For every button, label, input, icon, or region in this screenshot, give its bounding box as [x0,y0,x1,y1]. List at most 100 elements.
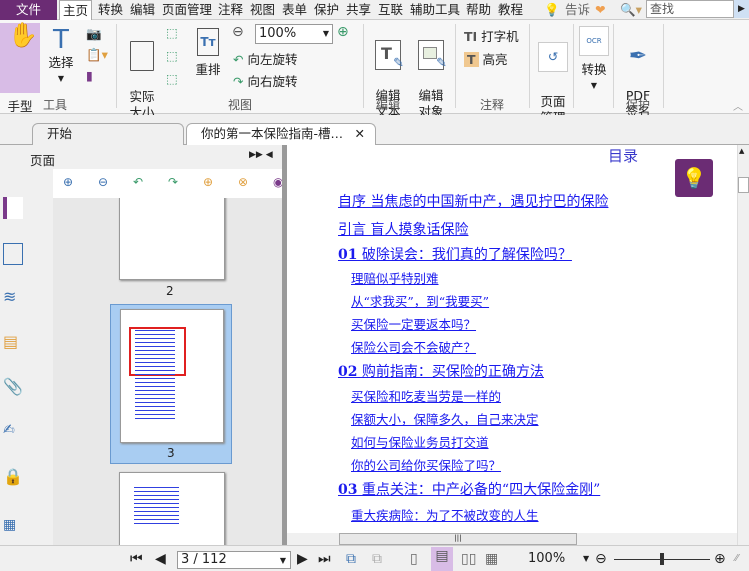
menu-file[interactable]: 文件 [0,0,57,20]
actual-size-button[interactable]: 实际 大小 [124,25,160,121]
page-thumbnail-2[interactable] [119,198,225,280]
panel-expand-icon[interactable]: ▶▶ ◀ [249,150,273,160]
menu-home[interactable]: 主页 [59,0,93,20]
fit-visible-icon[interactable]: ⬚ [166,71,178,86]
menu-comment[interactable]: 注释 [215,0,246,20]
heart-icon[interactable]: ❤ [592,0,608,20]
menu-share[interactable]: 共享 [343,0,374,20]
close-tab-icon[interactable]: ✕ [355,124,365,144]
zoom-select[interactable]: 100% ▼ [255,24,333,44]
toc-entry[interactable]: 保险公司会不会破产？ [351,337,476,356]
search-input[interactable]: 查找 [646,0,734,18]
previous-view-icon[interactable]: ⧉ [346,550,356,568]
toc-entry[interactable]: 如何与保险业务员打交道 [351,432,489,451]
lightbulb-icon[interactable]: 💡 [541,0,563,20]
ocr-icon: OCR [579,26,609,56]
zoom-in-icon[interactable]: ⊕ [337,24,349,40]
facing-page-icon[interactable]: ▯▯ [461,550,476,568]
tab-document[interactable]: 你的第一本保险指南-槽… ✕ [186,123,376,146]
toc-entry[interactable]: 自序 当焦虑的中国新中产，遇见拧巴的保险 [338,191,608,211]
comments-icon[interactable]: ▤ [3,332,23,354]
zoom-out-icon[interactable]: ⊖ [232,24,244,40]
tips-lightbulb-icon[interactable]: 💡 [675,159,713,197]
edit-text-button[interactable]: T ✎ 编辑 文本 [370,24,406,119]
collapse-ribbon-icon[interactable]: ︿ [733,98,743,113]
menu-accessibility[interactable]: 辅助工具 [407,0,463,20]
single-page-icon[interactable]: ▯ [410,550,418,568]
toc-entry[interactable]: 01 破除误会：我们真的了解保险吗？ [338,244,572,264]
menu-help[interactable]: 帮助 [463,0,494,20]
toc-entry[interactable]: 你的公司给你买保险了吗？ [351,455,501,474]
hand-tool-button[interactable]: ✋ 手型 工具 [0,23,40,130]
page-thumbnail-4[interactable] [119,472,225,545]
rotate-right-button[interactable]: ↷ 向右旋转 [233,71,297,90]
zoom-out-status-icon[interactable]: ⊖ [595,550,607,568]
toc-entry[interactable]: 保额大小，保障多久，自己来决定 [351,409,539,428]
page-manage-button[interactable]: ↺ 页面 管理 [535,26,571,126]
continuous-page-icon[interactable]: ▤ [431,547,453,571]
reflow-button[interactable]: Tт 重排 [192,28,224,78]
search-go-button[interactable]: ▶ [734,0,749,18]
signatures-icon[interactable]: ✍ [3,422,23,444]
rotate-page-right-icon[interactable]: ↷ [168,175,178,189]
resize-grip-icon[interactable]: ⁄⁄ [735,550,738,568]
continuous-facing-icon[interactable]: ▦ [485,550,498,568]
enlarge-thumb-icon[interactable]: ⊕ [63,175,73,189]
next-page-icon[interactable]: ▶ [297,550,308,568]
fit-page-icon[interactable]: ⬚ [166,25,178,40]
rotate-left-button[interactable]: ↶ 向左旋转 [233,49,297,68]
page-thumbnail-3-selected[interactable]: 3 [110,304,232,464]
toc-entry[interactable]: 买保险和吃麦当劳是一样的 [351,386,501,405]
attachments-icon[interactable]: 📎 [3,377,23,399]
security-lock-icon[interactable]: 🔒 [3,467,23,489]
page-number-input[interactable]: 3 / 112 ▼ [177,551,291,569]
menu-view[interactable]: 视图 [247,0,278,20]
menu-edit[interactable]: 编辑 [127,0,158,20]
thumb-label-3: 3 [167,446,175,460]
tell-me[interactable]: 告诉 [562,0,593,20]
folder-search-icon[interactable]: 🔍▾ [617,0,645,20]
menu-page-manage[interactable]: 页面管理 [159,0,215,20]
toc-entry[interactable]: 02 购前指南：买保险的正确方法 [338,361,544,381]
layers-icon[interactable]: ≋ [3,287,23,309]
menu-protect[interactable]: 保护 [311,0,342,20]
convert-button[interactable]: OCR 转换 ▼ [578,26,610,94]
menu-form[interactable]: 表单 [279,0,310,20]
toc-entry[interactable]: 从“求我买”，到“我要买” [351,291,489,310]
menu-tutorial[interactable]: 教程 [495,0,526,20]
menu-connect[interactable]: 互联 [375,0,406,20]
insert-page-icon[interactable]: ⊕ [203,175,213,189]
next-view-icon[interactable]: ⧉ [372,550,382,568]
last-page-icon[interactable]: ⏭ [318,550,331,568]
zoom-dropdown-icon[interactable]: ▼ [583,550,589,568]
document-scrollbar[interactable]: ▲ [737,145,749,545]
select-button[interactable]: T 选择 ▼ [44,25,78,87]
first-page-icon[interactable]: ⏮ [130,550,143,568]
bookmarks-icon[interactable] [3,197,23,219]
zoom-level[interactable]: 100% [528,550,565,568]
clipboard-icon[interactable]: 📋▾ [86,47,108,63]
reduce-thumb-icon[interactable]: ⊖ [98,175,108,189]
horizontal-scrollbar[interactable]: ||| [287,533,737,545]
tab-start[interactable]: 开始 [32,123,184,145]
toc-entry[interactable]: 引言 盲人摸象话保险 [338,219,468,239]
rotate-page-left-icon[interactable]: ↶ [133,175,143,189]
toc-entry[interactable]: 理赔似乎特别难 [351,268,439,287]
snapshot-icon[interactable]: 📷 [86,26,102,42]
toc-entry[interactable]: 买保险一定要返本吗？ [351,314,476,333]
zoom-in-status-icon[interactable]: ⊕ [714,550,726,568]
toc-entry[interactable]: 重大疾病险：为了不被改变的人生 [351,505,539,524]
fit-width-icon[interactable]: ⬚ [166,48,178,63]
content-icon[interactable]: ▦ [3,517,23,539]
edit-object-button[interactable]: ✎ 编辑 对象 [410,24,452,119]
highlight-button[interactable]: T 高亮 [464,49,508,68]
prev-page-icon[interactable]: ◀ [155,550,166,568]
delete-page-icon[interactable]: ⊗ [238,175,248,189]
rotate-right-label: 向右旋转 [247,74,298,89]
pages-icon[interactable] [3,243,23,265]
typewriter-button[interactable]: TI 打字机 [464,26,519,45]
toc-entry[interactable]: 03 重点关注：中产必备的“四大保险金刚” [338,479,600,499]
menu-convert[interactable]: 转换 [95,0,126,20]
bookmark-page-icon[interactable]: ▮ [86,68,93,83]
zoom-slider-knob[interactable] [660,553,664,565]
